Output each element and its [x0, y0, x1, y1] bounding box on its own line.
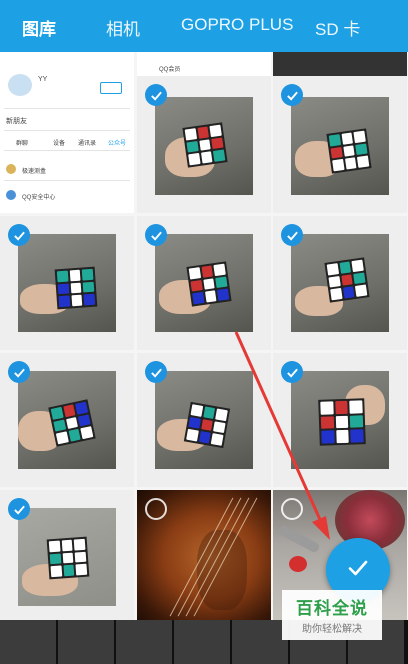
tab-gopro-plus[interactable]: GOPRO PLUS	[181, 15, 293, 35]
watermark-title: 百科全说	[296, 599, 368, 618]
photo-thumbnail[interactable]	[137, 76, 271, 213]
watermark-subtitle: 助你轻松解决	[302, 624, 362, 635]
strip-thumbnail[interactable]	[0, 620, 58, 664]
rubiks-cube-photo	[18, 371, 116, 469]
selected-check-icon[interactable]	[281, 224, 303, 246]
source-tab-bar: 图库 相机 GOPRO PLUS SD 卡	[0, 0, 408, 52]
screenshot-tab: 群聊	[16, 141, 29, 147]
photo-thumbnail[interactable]	[137, 353, 271, 487]
photo-thumbnail[interactable]	[0, 353, 134, 487]
check-icon	[345, 555, 371, 585]
photo-thumbnail[interactable]	[273, 216, 407, 350]
screenshot-row: 极速测盒	[22, 169, 47, 175]
photo-thumbnail[interactable]: QQ会员	[137, 52, 271, 76]
new-friend-label: 新朋友	[6, 118, 27, 125]
selected-check-icon[interactable]	[8, 224, 30, 246]
selected-check-icon[interactable]	[281, 84, 303, 106]
rubiks-cube-photo	[155, 234, 253, 332]
rubiks-cube-photo	[291, 234, 389, 332]
rubiks-cube-photo	[291, 97, 389, 195]
tab-sd-card[interactable]: SD 卡	[315, 15, 360, 40]
screenshot-row: QQ安全中心	[22, 195, 56, 201]
strip-thumbnail[interactable]	[116, 620, 174, 664]
strip-thumbnail[interactable]	[58, 620, 116, 664]
contact-name: YY	[38, 76, 48, 83]
unselected-circle-icon[interactable]	[281, 498, 303, 520]
screenshot-tab: 公众号	[108, 141, 127, 147]
rubiks-cube-photo	[155, 371, 253, 469]
photo-thumbnail[interactable]	[137, 490, 271, 624]
screenshot-tab: 设备	[53, 141, 66, 147]
strip-thumbnail[interactable]	[174, 620, 232, 664]
selected-check-icon[interactable]	[8, 498, 30, 520]
unselected-circle-icon[interactable]	[145, 498, 167, 520]
photo-thumbnail[interactable]	[273, 76, 407, 213]
photo-thumbnail[interactable]	[273, 353, 407, 487]
photo-thumbnail[interactable]: YY 新朋友 群聊 设备 通讯录 公众号 极速测盒 QQ安全中心	[0, 52, 134, 213]
watermark-logo: 百科全说 助你轻松解决	[282, 590, 382, 640]
selected-check-icon[interactable]	[145, 224, 167, 246]
screenshot-tab: 通讯录	[78, 141, 97, 147]
tab-gallery[interactable]: 图库	[22, 15, 56, 40]
selected-check-icon[interactable]	[8, 361, 30, 383]
rubiks-cube-photo	[291, 371, 389, 469]
screenshot-row: QQ会员	[159, 67, 181, 73]
selected-check-icon[interactable]	[281, 361, 303, 383]
photo-grid: YY 新朋友 群聊 设备 通讯录 公众号 极速测盒 QQ安全中心 QQ会员	[0, 52, 408, 624]
photo-thumbnail[interactable]	[0, 490, 134, 624]
photo-thumbnail[interactable]	[0, 216, 134, 350]
selected-check-icon[interactable]	[145, 84, 167, 106]
rubiks-cube-photo	[18, 508, 116, 606]
photo-thumbnail[interactable]	[137, 216, 271, 350]
selected-check-icon[interactable]	[145, 361, 167, 383]
photo-thumbnail[interactable]	[273, 52, 407, 76]
rubiks-cube-photo	[155, 97, 253, 195]
screenshot-image: YY 新朋友 群聊 设备 通讯录 公众号 极速测盒 QQ安全中心	[0, 52, 134, 213]
tab-camera[interactable]: 相机	[106, 15, 140, 40]
gallery-screen: 图库 相机 GOPRO PLUS SD 卡 YY 新朋友 群聊 设备 通讯录 公…	[0, 0, 408, 664]
rubiks-cube-photo	[18, 234, 116, 332]
